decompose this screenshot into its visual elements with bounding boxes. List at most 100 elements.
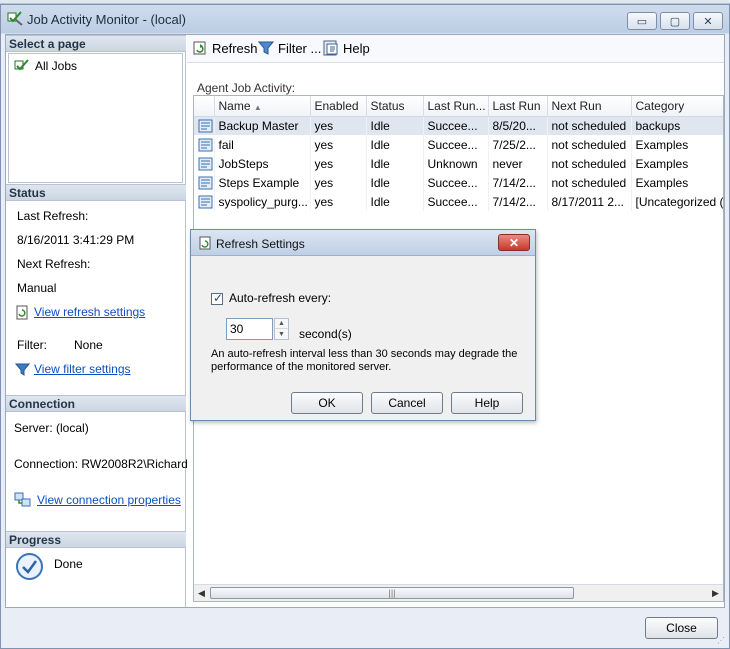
job-enabled: yes bbox=[310, 173, 367, 192]
spin-up-button[interactable]: ▲ bbox=[275, 319, 288, 329]
column-header-icon[interactable] bbox=[194, 96, 215, 117]
refresh-label: Refresh bbox=[212, 40, 258, 56]
dialog-help-button[interactable]: Help bbox=[451, 392, 523, 414]
job-status: Idle bbox=[366, 192, 424, 211]
maximize-icon: ▢ bbox=[669, 15, 681, 28]
job-icon bbox=[198, 176, 213, 190]
refresh-settings-icon bbox=[199, 236, 211, 250]
job-last-run: 8/5/20... bbox=[488, 116, 548, 135]
refresh-icon bbox=[193, 41, 206, 55]
window-title: Job Activity Monitor - (local) bbox=[27, 12, 186, 27]
refresh-button[interactable]: Refresh bbox=[192, 40, 258, 56]
sort-ascending-icon: ▲ bbox=[253, 102, 262, 112]
column-header-name-label: Name bbox=[218, 98, 251, 113]
refresh-interval-input[interactable] bbox=[226, 318, 273, 340]
last-refresh-value: 8/16/2011 3:41:29 PM bbox=[17, 233, 135, 247]
connection-text: Connection: RW2008R2\Richard bbox=[14, 457, 188, 471]
filter-icon bbox=[258, 41, 274, 55]
scroll-right-button[interactable]: ▶ bbox=[708, 586, 723, 601]
close-button[interactable]: Close bbox=[645, 617, 718, 639]
table-row[interactable]: fail yes Idle Succee... 7/25/2... not sc… bbox=[194, 135, 723, 154]
horizontal-scrollbar[interactable]: ◀ ||| ▶ bbox=[194, 584, 723, 601]
column-header-last-run[interactable]: Last Run bbox=[488, 96, 548, 117]
table-row[interactable]: Backup Master yes Idle Succee... 8/5/20.… bbox=[194, 116, 723, 135]
job-enabled: yes bbox=[310, 135, 367, 154]
page-item-label: All Jobs bbox=[35, 59, 78, 73]
progress-header: Progress bbox=[6, 531, 186, 548]
job-category: [Uncategorized (L... bbox=[631, 192, 723, 211]
job-last-outcome: Succee... bbox=[423, 116, 489, 135]
dialog-title: Refresh Settings bbox=[216, 237, 305, 251]
status-header: Status bbox=[6, 184, 186, 201]
cancel-button[interactable]: Cancel bbox=[371, 392, 443, 414]
dialog-close-button[interactable]: ✕ bbox=[498, 234, 530, 251]
interval-spinner[interactable]: ▲ ▼ bbox=[274, 318, 289, 340]
scrollbar-thumb[interactable]: ||| bbox=[210, 587, 574, 599]
job-last-outcome: Unknown bbox=[423, 154, 489, 173]
maximize-button[interactable]: ▢ bbox=[660, 12, 690, 30]
column-header-enabled[interactable]: Enabled bbox=[310, 96, 367, 117]
job-status: Idle bbox=[366, 135, 424, 154]
job-enabled: yes bbox=[310, 116, 367, 135]
done-check-icon bbox=[16, 553, 43, 580]
refresh-settings-dialog: Refresh Settings ✕ Auto-refresh every: ▲… bbox=[190, 229, 536, 421]
tools-icon bbox=[7, 11, 23, 26]
table-row[interactable]: syspolicy_purg... yes Idle Succee... 7/1… bbox=[194, 192, 723, 211]
auto-refresh-checkbox[interactable] bbox=[211, 291, 223, 305]
job-last-run: 7/14/2... bbox=[488, 173, 548, 192]
job-last-run: 7/25/2... bbox=[488, 135, 548, 154]
arrow-right-icon: ▶ bbox=[712, 588, 719, 598]
job-next-run: not scheduled bbox=[547, 116, 632, 135]
job-last-run: never bbox=[488, 154, 548, 173]
job-icon bbox=[198, 195, 213, 209]
filter-button[interactable]: Filter ... bbox=[258, 40, 321, 56]
auto-refresh-label[interactable]: Auto-refresh every: bbox=[229, 291, 331, 305]
column-header-category[interactable]: Category bbox=[631, 96, 723, 117]
header-row: Name ▲ Enabled Status Last Run... Last R… bbox=[194, 96, 723, 117]
connection-header: Connection bbox=[6, 395, 186, 412]
close-icon: ✕ bbox=[508, 235, 520, 250]
column-header-status[interactable]: Status bbox=[366, 96, 424, 117]
job-icon bbox=[198, 138, 213, 152]
scroll-left-button[interactable]: ◀ bbox=[194, 586, 209, 601]
view-refresh-settings-link[interactable]: View refresh settings bbox=[34, 305, 145, 319]
job-name: syspolicy_purg... bbox=[214, 192, 311, 211]
column-header-name[interactable]: Name ▲ bbox=[214, 96, 311, 117]
view-connection-properties-link[interactable]: View connection properties bbox=[37, 493, 181, 507]
close-icon: ✕ bbox=[703, 15, 713, 28]
job-next-run: not scheduled bbox=[547, 173, 632, 192]
interval-warning-text: An auto-refresh interval less than 30 se… bbox=[211, 348, 518, 373]
table-row[interactable]: Steps Example yes Idle Succee... 7/14/2.… bbox=[194, 173, 723, 192]
filter-icon bbox=[15, 363, 30, 376]
server-text: Server: (local) bbox=[14, 421, 89, 435]
minimize-icon: ▭ bbox=[636, 15, 648, 28]
spin-down-button[interactable]: ▼ bbox=[275, 329, 288, 339]
connection-properties-icon bbox=[14, 492, 31, 507]
job-name: JobSteps bbox=[214, 154, 311, 173]
column-header-last-run-outcome[interactable]: Last Run... bbox=[423, 96, 489, 117]
minimize-button[interactable]: ▭ bbox=[627, 12, 657, 30]
column-header-next-run[interactable]: Next Run bbox=[547, 96, 632, 117]
job-category: Examples bbox=[631, 173, 723, 192]
chevron-up-icon: ▲ bbox=[278, 320, 285, 327]
job-icon bbox=[198, 119, 213, 133]
help-button[interactable]: Help bbox=[323, 40, 370, 56]
table-row[interactable]: JobSteps yes Idle Unknown never not sche… bbox=[194, 154, 723, 173]
ok-button[interactable]: OK bbox=[291, 392, 363, 414]
job-icon bbox=[198, 157, 213, 171]
refresh-settings-icon bbox=[16, 305, 28, 320]
view-filter-settings-link[interactable]: View filter settings bbox=[34, 362, 131, 376]
job-next-run: 8/17/2011 2... bbox=[547, 192, 632, 211]
chevron-down-icon: ▼ bbox=[278, 330, 285, 338]
next-refresh-label: Next Refresh: bbox=[17, 257, 91, 271]
job-status: Idle bbox=[366, 154, 424, 173]
toolbar: Refresh Filter ... Help bbox=[187, 35, 724, 63]
job-last-run: 7/14/2... bbox=[488, 192, 548, 211]
resize-grip-icon[interactable]: ⋰ bbox=[717, 636, 727, 646]
job-enabled: yes bbox=[310, 192, 367, 211]
job-category: Examples bbox=[631, 135, 723, 154]
job-status: Idle bbox=[366, 116, 424, 135]
close-window-button[interactable]: ✕ bbox=[693, 12, 723, 30]
progress-status: Done bbox=[54, 557, 83, 571]
page-item-all-jobs[interactable]: All Jobs bbox=[14, 58, 77, 74]
